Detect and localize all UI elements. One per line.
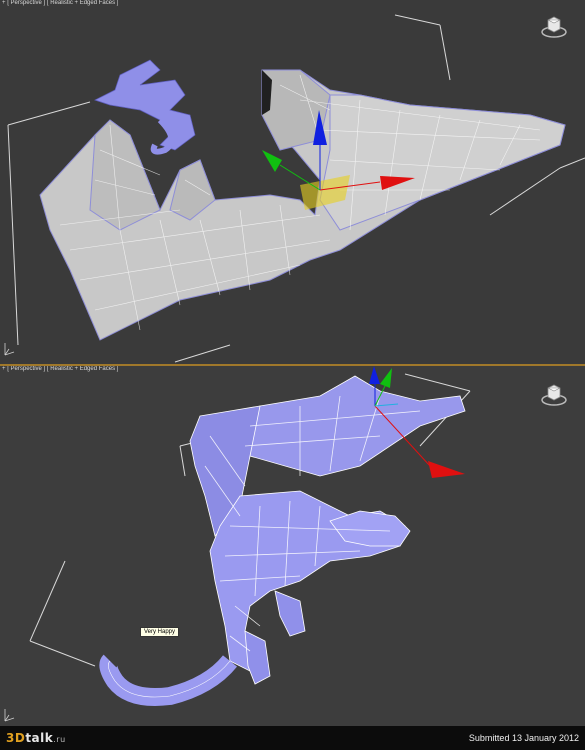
logo-name: talk xyxy=(25,731,54,745)
tooltip: Very Happy xyxy=(140,627,180,637)
dragon-scene xyxy=(4,366,471,722)
viewport-perspective-top[interactable]: + [ Perspective ] [ Realistic + Edged Fa… xyxy=(0,0,585,364)
site-logo[interactable]: 3Dtalk.ru xyxy=(6,731,66,745)
axis-tripod-icon xyxy=(4,343,15,356)
gizmo-x-arrow[interactable] xyxy=(428,461,465,478)
dragon-mesh[interactable] xyxy=(99,375,466,706)
terrain-scene xyxy=(4,14,585,363)
submitted-date: Submitted 13 January 2012 xyxy=(468,733,579,743)
axis-tripod-icon xyxy=(4,709,15,722)
footer-bar: 3Dtalk.ru Submitted 13 January 2012 xyxy=(0,726,585,750)
gizmo-y-arrow[interactable] xyxy=(262,150,282,172)
gizmo-y-arrow[interactable] xyxy=(380,368,392,388)
viewcube-icon[interactable] xyxy=(540,12,568,40)
viewcube-icon[interactable] xyxy=(540,380,568,408)
logo-prefix: 3D xyxy=(6,731,26,745)
gizmo-z-arrow[interactable] xyxy=(369,366,380,384)
logo-domain: .ru xyxy=(53,735,66,744)
viewport-perspective-bottom[interactable]: + [ Perspective ] [ Realistic + Edged Fa… xyxy=(0,366,585,726)
terrain-mesh[interactable] xyxy=(39,69,566,341)
